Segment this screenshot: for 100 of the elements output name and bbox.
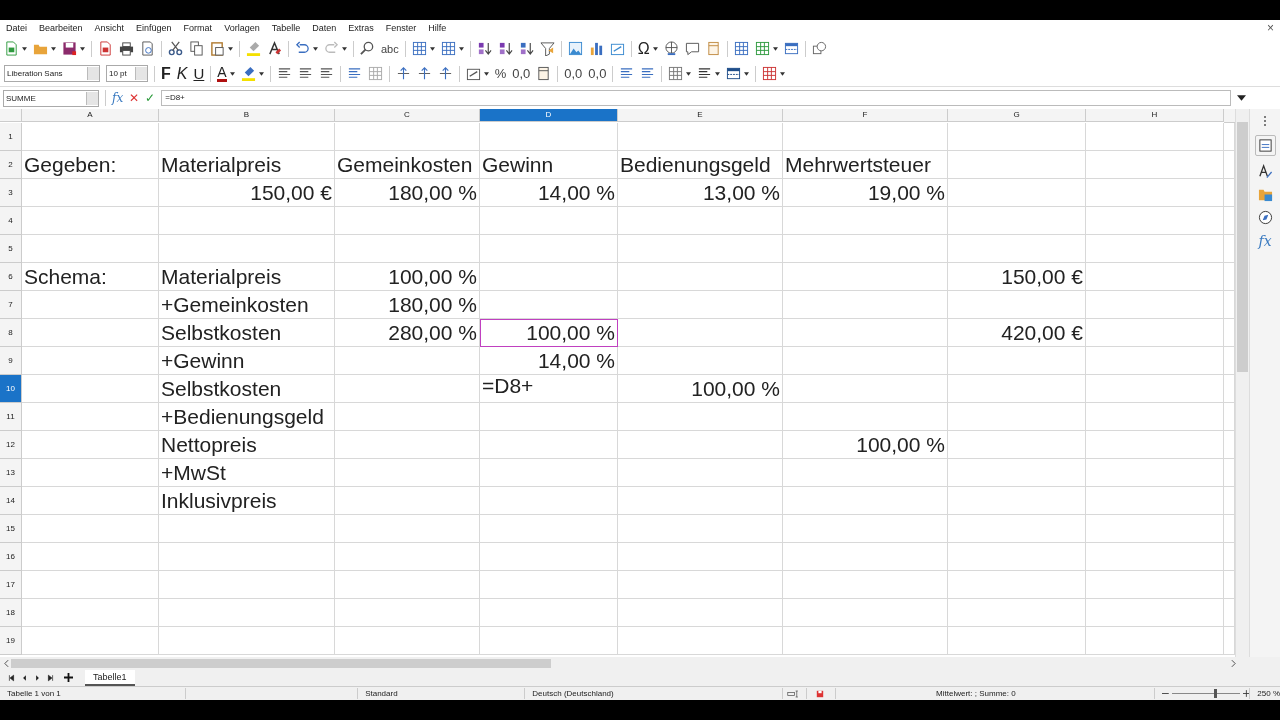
spelling-button[interactable]: abc bbox=[381, 40, 399, 57]
menu-item[interactable]: Vorlagen bbox=[224, 23, 260, 33]
brush-icon[interactable] bbox=[246, 41, 261, 56]
table-cell[interactable] bbox=[783, 543, 948, 571]
special-character-button[interactable]: Ω bbox=[637, 40, 650, 57]
caret-icon[interactable] bbox=[652, 46, 658, 51]
menu-item[interactable]: Bearbeiten bbox=[39, 23, 83, 33]
table-cell[interactable] bbox=[335, 375, 480, 403]
table-cell[interactable] bbox=[618, 347, 783, 375]
styles-icon[interactable] bbox=[1257, 164, 1273, 179]
table-cell[interactable]: +MwSt bbox=[159, 459, 335, 487]
undo-icon[interactable] bbox=[295, 41, 310, 56]
table-cell[interactable] bbox=[480, 291, 618, 319]
table-cell[interactable] bbox=[618, 599, 783, 627]
table-cell[interactable] bbox=[335, 543, 480, 571]
table-cell[interactable]: 180,00 % bbox=[335, 179, 480, 207]
table-cell[interactable] bbox=[948, 235, 1086, 263]
table-cell[interactable] bbox=[618, 403, 783, 431]
caret-icon[interactable] bbox=[51, 46, 56, 51]
column-header[interactable]: D bbox=[480, 109, 618, 122]
caret-icon[interactable] bbox=[342, 46, 347, 51]
sort-icon[interactable] bbox=[476, 41, 492, 56]
table-cell[interactable] bbox=[618, 431, 783, 459]
table-cell[interactable]: Mehrwertsteuer bbox=[783, 151, 948, 179]
row-header[interactable]: 17 bbox=[0, 571, 22, 599]
clear-format-icon[interactable] bbox=[267, 41, 282, 56]
table-cell[interactable] bbox=[1224, 431, 1236, 459]
table-cell[interactable] bbox=[1224, 123, 1236, 151]
conditional-format-icon[interactable] bbox=[762, 66, 778, 81]
table-cell[interactable] bbox=[480, 627, 618, 655]
table-cell[interactable] bbox=[1224, 459, 1236, 487]
table-cell[interactable] bbox=[618, 543, 783, 571]
table-cell[interactable] bbox=[1224, 571, 1236, 599]
table-cell[interactable] bbox=[783, 235, 948, 263]
table-cell[interactable] bbox=[480, 123, 618, 151]
close-button[interactable]: × bbox=[1267, 21, 1280, 35]
header-footer-icon[interactable] bbox=[705, 41, 721, 56]
table-cell[interactable] bbox=[22, 543, 159, 571]
sheet-tab[interactable]: Tabelle1 bbox=[85, 669, 135, 686]
table-cell[interactable] bbox=[159, 543, 335, 571]
align-center-icon[interactable] bbox=[297, 66, 313, 81]
caret-icon[interactable] bbox=[258, 71, 264, 76]
table-cell[interactable] bbox=[948, 627, 1086, 655]
function-wizard-button[interactable]: fx bbox=[112, 91, 124, 105]
table-cell[interactable] bbox=[618, 459, 783, 487]
table-cell[interactable]: Selbstkosten bbox=[159, 375, 335, 403]
paste-icon[interactable] bbox=[210, 41, 225, 56]
table-cell[interactable] bbox=[335, 487, 480, 515]
caret-icon[interactable] bbox=[744, 71, 750, 76]
column-grid-icon[interactable] bbox=[440, 41, 456, 56]
cancel-button[interactable]: ✕ bbox=[129, 91, 140, 105]
row-header[interactable]: 2 bbox=[0, 151, 22, 179]
table-cell[interactable] bbox=[1224, 319, 1236, 347]
table-cell[interactable]: Selbstkosten bbox=[159, 319, 335, 347]
table-cell[interactable] bbox=[618, 263, 783, 291]
previous-sheet-icon[interactable] bbox=[21, 673, 28, 682]
row-header[interactable]: 13 bbox=[0, 459, 22, 487]
row-header[interactable]: 6 bbox=[0, 263, 22, 291]
column-header[interactable]: A bbox=[22, 109, 159, 122]
table-cell[interactable]: Inklusivpreis bbox=[159, 487, 335, 515]
column-header[interactable]: B bbox=[159, 109, 335, 122]
table-cell[interactable] bbox=[618, 515, 783, 543]
table-cell[interactable]: Materialpreis bbox=[159, 151, 335, 179]
table-cell[interactable] bbox=[1224, 375, 1236, 403]
table-cell[interactable] bbox=[948, 487, 1086, 515]
chart-icon[interactable] bbox=[588, 41, 604, 56]
sort-descending-icon[interactable] bbox=[518, 41, 534, 56]
menu-item[interactable]: Fenster bbox=[385, 23, 417, 33]
save-icon[interactable] bbox=[62, 41, 77, 56]
number-format-button[interactable]: 0,0 bbox=[512, 65, 531, 82]
table-cell[interactable] bbox=[335, 627, 480, 655]
caret-icon[interactable] bbox=[228, 46, 233, 51]
increase-indent-icon[interactable] bbox=[619, 66, 635, 81]
table-cell[interactable] bbox=[480, 459, 618, 487]
table-cell[interactable] bbox=[159, 123, 335, 151]
align-middle-icon[interactable] bbox=[416, 66, 432, 81]
table-cell[interactable] bbox=[948, 347, 1086, 375]
caret-icon[interactable] bbox=[313, 46, 318, 51]
vertical-scrollbar[interactable] bbox=[1235, 109, 1249, 657]
caret-icon[interactable] bbox=[458, 46, 464, 51]
row-header[interactable]: 12 bbox=[0, 431, 22, 459]
formula-input[interactable]: =D8+ bbox=[161, 90, 1231, 106]
navigator-icon[interactable] bbox=[1257, 210, 1273, 225]
table-cell[interactable] bbox=[783, 599, 948, 627]
table-cell[interactable]: +Gemeinkosten bbox=[159, 291, 335, 319]
table-cell[interactable] bbox=[480, 599, 618, 627]
selection-mode-icon[interactable] bbox=[787, 689, 800, 698]
table-cell[interactable] bbox=[783, 291, 948, 319]
comment-icon[interactable] bbox=[684, 41, 700, 56]
row-header[interactable]: 7 bbox=[0, 291, 22, 319]
row-header[interactable]: 16 bbox=[0, 543, 22, 571]
menu-item[interactable]: Daten bbox=[312, 23, 337, 33]
table-cell[interactable] bbox=[783, 515, 948, 543]
table-cell[interactable] bbox=[22, 487, 159, 515]
table-cell[interactable] bbox=[948, 515, 1086, 543]
table-cell[interactable]: 14,00 % bbox=[480, 179, 618, 207]
caret-icon[interactable] bbox=[429, 46, 435, 51]
functions-button[interactable]: fx bbox=[1258, 233, 1272, 249]
menu-item[interactable]: Extras bbox=[348, 23, 374, 33]
table-cell[interactable] bbox=[1224, 263, 1236, 291]
